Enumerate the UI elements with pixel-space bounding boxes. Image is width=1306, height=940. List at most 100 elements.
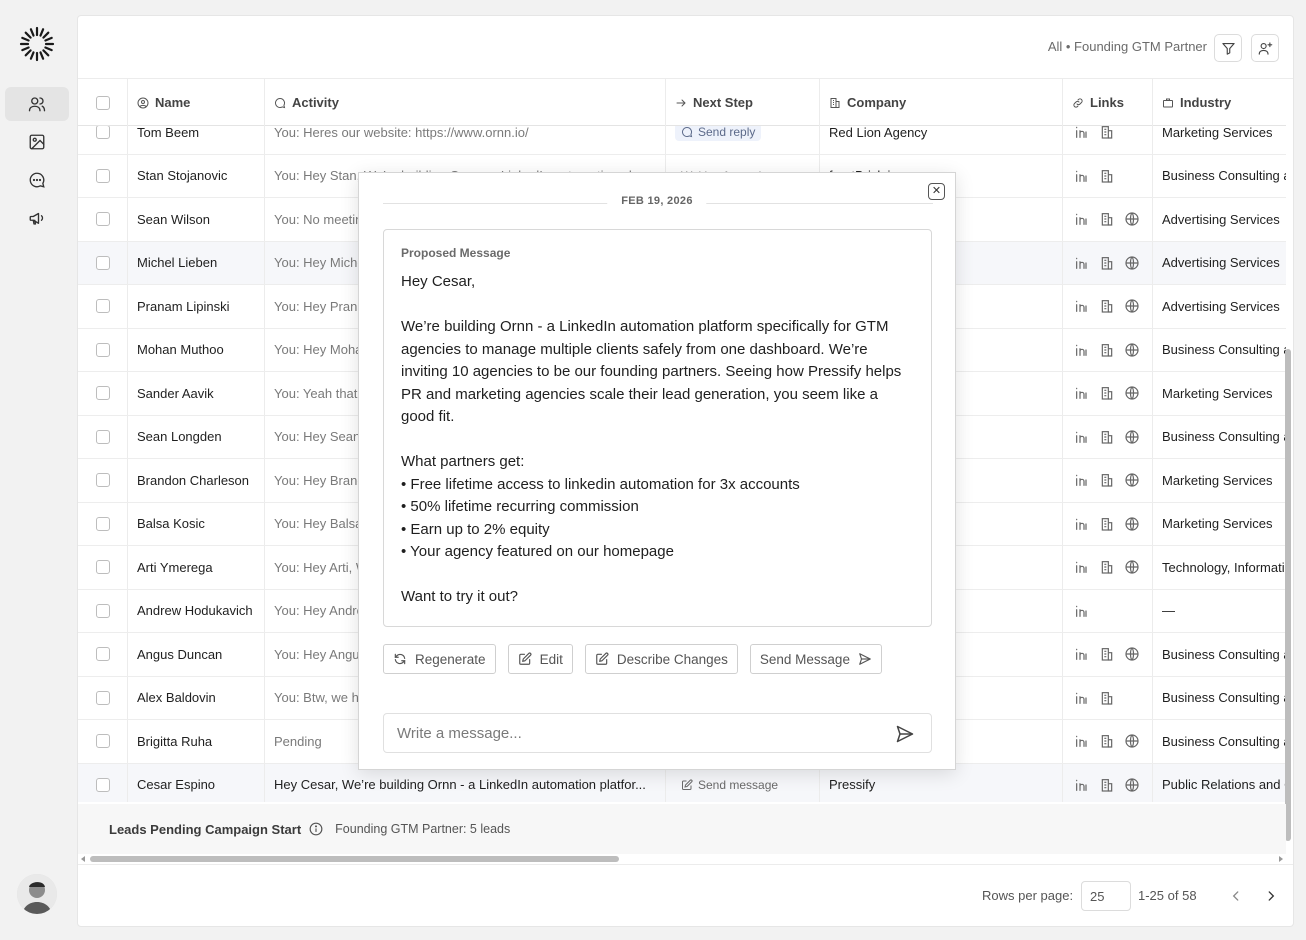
lead-name[interactable]: Mohan Muthoo	[128, 328, 265, 371]
globe-icon[interactable]	[1124, 472, 1140, 488]
building-icon[interactable]	[1099, 385, 1115, 401]
lead-name[interactable]: Cesar Espino	[128, 763, 265, 802]
building-icon[interactable]	[1099, 255, 1115, 271]
building-icon[interactable]	[1099, 559, 1115, 575]
lead-name[interactable]: Angus Duncan	[128, 633, 265, 676]
lead-name[interactable]: Stan Stojanovic	[128, 154, 265, 197]
linkedin-icon[interactable]	[1074, 429, 1090, 445]
add-user-button[interactable]	[1251, 34, 1279, 62]
linkedin-icon[interactable]	[1074, 255, 1090, 271]
row-checkbox[interactable]	[95, 603, 110, 618]
row-checkbox[interactable]	[95, 168, 110, 183]
column-industry[interactable]: Industry	[1153, 79, 1286, 126]
globe-icon[interactable]	[1124, 429, 1140, 445]
column-next-step[interactable]: Next Step	[666, 79, 820, 126]
globe-icon[interactable]	[1124, 255, 1140, 271]
globe-icon[interactable]	[1124, 777, 1140, 793]
regenerate-button[interactable]: Regenerate	[383, 644, 496, 674]
lead-name[interactable]: Brigitta Ruha	[128, 720, 265, 763]
building-icon[interactable]	[1099, 690, 1115, 706]
nav-campaigns[interactable]	[5, 201, 69, 235]
building-icon[interactable]	[1099, 646, 1115, 662]
row-checkbox[interactable]	[95, 516, 110, 531]
row-checkbox[interactable]	[95, 690, 110, 705]
building-icon[interactable]	[1099, 211, 1115, 227]
close-button[interactable]: ✕	[928, 183, 945, 200]
prev-page-button[interactable]	[1224, 884, 1248, 908]
rows-per-page-select[interactable]: 25	[1081, 881, 1131, 911]
lead-name[interactable]: Michel Lieben	[128, 241, 265, 284]
row-checkbox[interactable]	[95, 777, 110, 792]
building-icon[interactable]	[1099, 168, 1115, 184]
lead-name[interactable]: Pranam Lipinski	[128, 285, 265, 328]
globe-icon[interactable]	[1124, 559, 1140, 575]
globe-icon[interactable]	[1124, 298, 1140, 314]
column-activity[interactable]: Activity	[265, 79, 666, 126]
next-page-button[interactable]	[1259, 884, 1283, 908]
row-checkbox[interactable]	[95, 647, 110, 662]
building-icon[interactable]	[1099, 516, 1115, 532]
linkedin-icon[interactable]	[1074, 777, 1090, 793]
building-icon[interactable]	[1099, 342, 1115, 358]
filter-summary[interactable]: All • Founding GTM Partner	[1048, 39, 1207, 54]
nav-leads[interactable]	[5, 87, 69, 121]
building-icon[interactable]	[1099, 124, 1115, 140]
message-input[interactable]	[397, 724, 877, 742]
vertical-scrollbar[interactable]	[1284, 79, 1293, 864]
lead-name[interactable]: Sean Longden	[128, 415, 265, 458]
row-checkbox[interactable]	[95, 734, 110, 749]
lead-name[interactable]: Alex Baldovin	[128, 676, 265, 719]
linkedin-icon[interactable]	[1074, 168, 1090, 184]
column-links[interactable]: Links	[1063, 79, 1153, 126]
linkedin-icon[interactable]	[1074, 211, 1090, 227]
building-icon[interactable]	[1099, 733, 1115, 749]
lead-name[interactable]: Arti Ymerega	[128, 546, 265, 589]
linkedin-icon[interactable]	[1074, 646, 1090, 662]
globe-icon[interactable]	[1124, 342, 1140, 358]
filter-button[interactable]	[1214, 34, 1242, 62]
row-checkbox[interactable]	[95, 386, 110, 401]
linkedin-icon[interactable]	[1074, 603, 1090, 619]
row-checkbox[interactable]	[95, 429, 110, 444]
globe-icon[interactable]	[1124, 211, 1140, 227]
info-icon[interactable]	[309, 822, 323, 836]
linkedin-icon[interactable]	[1074, 733, 1090, 749]
column-name[interactable]: Name	[128, 79, 265, 126]
send-message-button[interactable]: Send Message	[749, 644, 882, 674]
nav-messages[interactable]	[5, 163, 69, 197]
linkedin-icon[interactable]	[1074, 342, 1090, 358]
building-icon[interactable]	[1099, 777, 1115, 793]
lead-name[interactable]: Brandon Charleson	[128, 459, 265, 502]
linkedin-icon[interactable]	[1074, 690, 1090, 706]
edit-button[interactable]: Edit	[507, 644, 573, 674]
building-icon[interactable]	[1099, 429, 1115, 445]
linkedin-icon[interactable]	[1074, 385, 1090, 401]
select-all-checkbox[interactable]	[95, 95, 110, 110]
row-checkbox[interactable]	[95, 255, 110, 270]
row-checkbox[interactable]	[95, 212, 110, 227]
next-step-pill[interactable]: Send message	[675, 776, 784, 794]
send-icon[interactable]	[895, 724, 915, 744]
lead-name[interactable]: Andrew Hodukavich	[128, 589, 265, 632]
row-checkbox[interactable]	[95, 299, 110, 314]
row-checkbox[interactable]	[95, 473, 110, 488]
linkedin-icon[interactable]	[1074, 516, 1090, 532]
column-company[interactable]: Company	[820, 79, 1063, 126]
globe-icon[interactable]	[1124, 385, 1140, 401]
horizontal-scrollbar[interactable]	[78, 854, 1286, 864]
row-checkbox[interactable]	[95, 125, 110, 140]
describe-changes-button[interactable]: Describe Changes	[584, 644, 738, 674]
lead-name[interactable]: Balsa Kosic	[128, 502, 265, 545]
lead-name[interactable]: Sander Aavik	[128, 372, 265, 415]
building-icon[interactable]	[1099, 472, 1115, 488]
avatar[interactable]	[17, 874, 57, 914]
row-checkbox[interactable]	[95, 342, 110, 357]
logo-icon[interactable]	[19, 26, 55, 62]
linkedin-icon[interactable]	[1074, 472, 1090, 488]
nav-media[interactable]	[5, 125, 69, 159]
row-checkbox[interactable]	[95, 560, 110, 575]
globe-icon[interactable]	[1124, 733, 1140, 749]
lead-name[interactable]: Sean Wilson	[128, 198, 265, 241]
globe-icon[interactable]	[1124, 516, 1140, 532]
building-icon[interactable]	[1099, 298, 1115, 314]
